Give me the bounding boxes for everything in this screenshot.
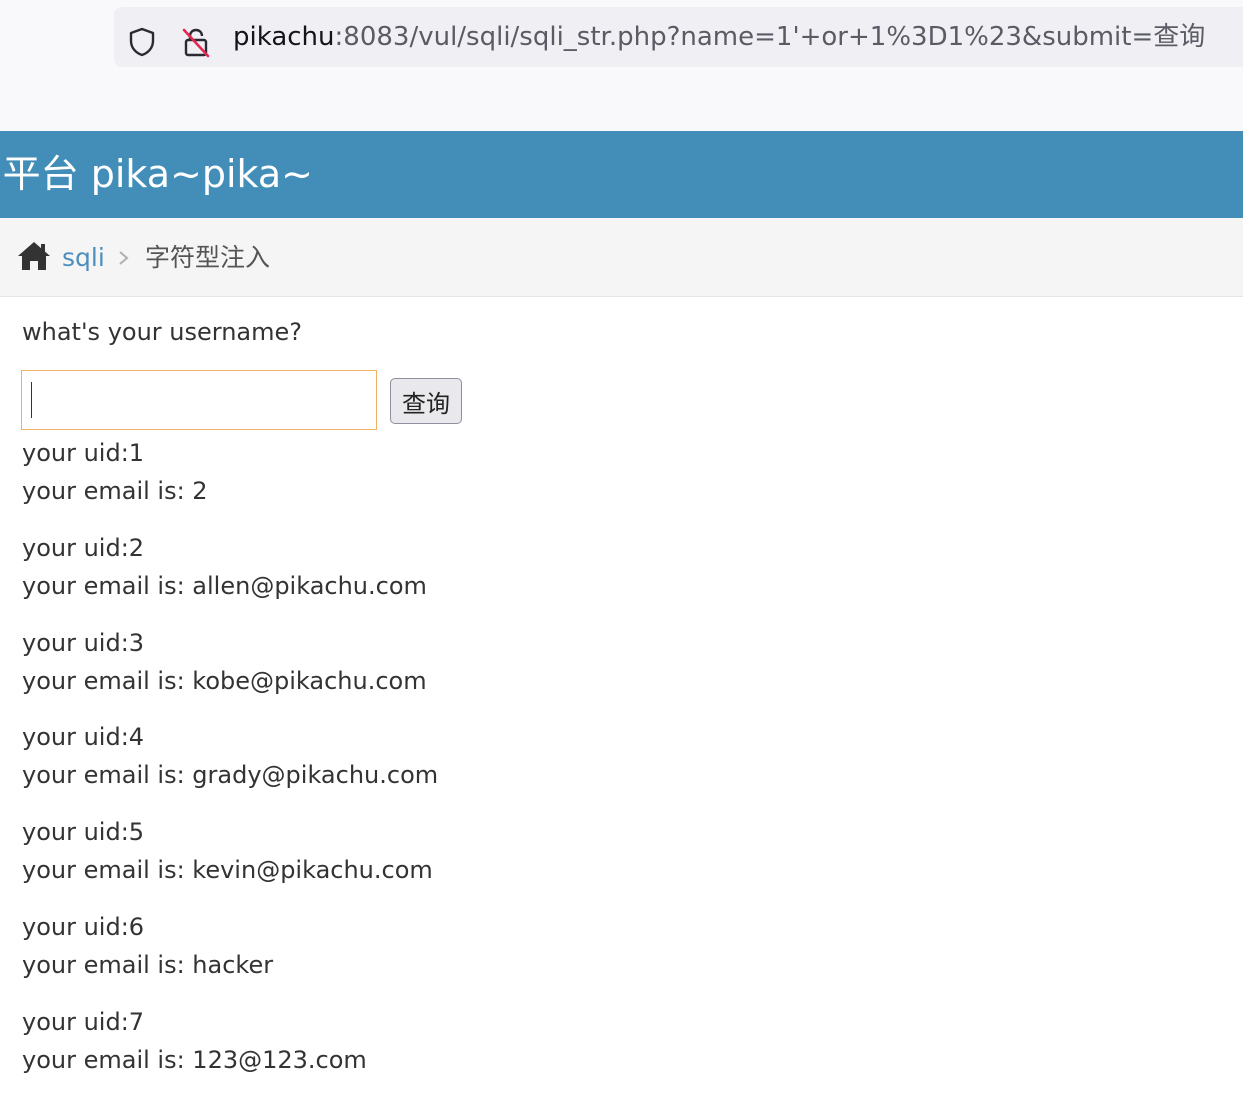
text-caret: [31, 382, 32, 418]
result-email: your email is: kevin@pikachu.com: [22, 856, 433, 884]
url-text[interactable]: pikachu:8083/vul/sqli/sqli_str.php?name=…: [233, 19, 1205, 55]
chevron-right-icon: [119, 251, 129, 265]
result-item: your uid:7 your email is: 123@123.com: [22, 1003, 367, 1079]
result-item: your uid:2 your email is: allen@pikachu.…: [22, 529, 427, 605]
result-email: your email is: 2: [22, 477, 208, 505]
result-item: your uid:4 your email is: grady@pikachu.…: [22, 718, 438, 794]
query-form: 查询: [21, 370, 1222, 438]
browser-toolbar: pikachu:8083/vul/sqli/sqli_str.php?name=…: [0, 0, 1243, 131]
result-item: your uid:6 your email is: hacker: [22, 908, 273, 984]
result-email: your email is: kobe@pikachu.com: [22, 667, 427, 695]
result-uid: your uid:3: [22, 629, 145, 657]
result-item: your uid:3 your email is: kobe@pikachu.c…: [22, 624, 427, 700]
lock-off-icon[interactable]: [180, 26, 212, 58]
username-input[interactable]: [21, 370, 377, 430]
username-question: what's your username?: [22, 318, 303, 346]
result-email: your email is: allen@pikachu.com: [22, 572, 427, 600]
breadcrumb-link-sqli[interactable]: sqli: [62, 242, 105, 274]
home-icon[interactable]: [16, 240, 52, 272]
url-host: pikachu: [233, 22, 335, 52]
result-item: your uid:5 your email is: kevin@pikachu.…: [22, 813, 433, 889]
url-bar[interactable]: pikachu:8083/vul/sqli/sqli_str.php?name=…: [114, 7, 1243, 67]
result-uid: your uid:1: [22, 439, 145, 467]
site-header: 习平台 pika~pika~: [0, 131, 1243, 218]
result-email: your email is: 123@123.com: [22, 1046, 367, 1074]
result-uid: your uid:6: [22, 913, 145, 941]
result-email: your email is: hacker: [22, 951, 274, 979]
shield-icon[interactable]: [126, 26, 158, 58]
url-path: :8083/vul/sqli/sqli_str.php?name=1'+or+1…: [334, 22, 1206, 52]
result-email: your email is: grady@pikachu.com: [22, 761, 439, 789]
result-uid: your uid:4: [22, 723, 145, 751]
site-title: 习平台 pika~pika~: [0, 152, 313, 196]
breadcrumb: sqli 字符型注入: [0, 218, 1243, 297]
breadcrumb-current: 字符型注入: [145, 243, 271, 272]
main-content: what's your username? 查询 your uid:1 your…: [21, 314, 1222, 1074]
result-uid: your uid:7: [22, 1008, 145, 1036]
result-uid: your uid:5: [22, 818, 145, 846]
result-item: your uid:1 your email is: 2: [22, 434, 208, 510]
submit-button[interactable]: 查询: [390, 378, 462, 424]
result-uid: your uid:2: [22, 534, 145, 562]
